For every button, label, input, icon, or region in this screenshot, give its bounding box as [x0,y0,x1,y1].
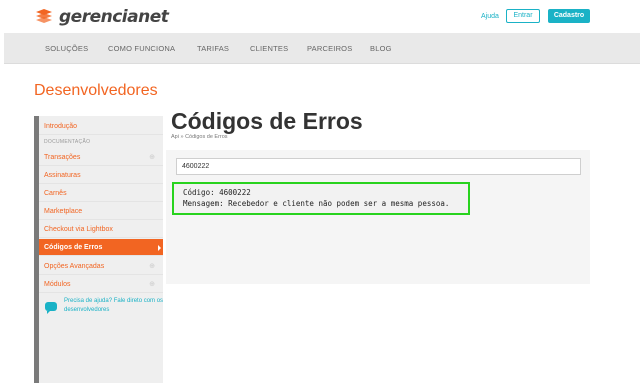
sidebar-item-carnes[interactable]: Carnês [39,185,163,202]
logo-text: gerencianet [59,7,169,27]
logo-icon [36,9,52,23]
sidebar-item-checkout-lightbox[interactable]: Checkout via Lightbox [39,221,163,238]
page-title: Códigos de Erros [171,108,363,134]
sidebar-item-label: Transações [44,154,81,161]
sidebar-item-label: Módulos [44,281,71,288]
nav-item-como-funciona[interactable]: COMO FUNCIONA [108,44,175,53]
sidebar-item-introducao[interactable]: Introdução [39,118,163,135]
nav-item-clientes[interactable]: CLIENTES [250,44,288,53]
error-message-line: Mensagem: Recebedor e cliente não podem … [183,199,450,208]
sidebar-item-label: Códigos de Erros [44,244,103,251]
sidebar-item-label: Opções Avançadas [44,263,105,270]
section-title: Desenvolvedores [34,82,158,99]
sidebar-item-assinaturas[interactable]: Assinaturas [39,167,163,184]
expand-icon[interactable]: ⊕ [149,276,155,293]
sidebar-item-opcoes-avancadas[interactable]: Opções Avançadas ⊕ [39,258,163,275]
help-link[interactable]: Ajuda [481,13,499,20]
main-nav: SOLUÇÕES COMO FUNCIONA TARIFAS CLIENTES … [4,33,640,64]
sidebar-section-label: DOCUMENTAÇÃO [44,139,91,145]
sidebar-item-modulos[interactable]: Módulos ⊕ [39,276,163,293]
nav-item-blog[interactable]: BLOG [370,44,392,53]
nav-item-parceiros[interactable]: PARCEIROS [307,44,352,53]
developer-help[interactable]: Precisa de ajuda? Fale direto com os des… [43,295,164,321]
nav-item-solucoes[interactable]: SOLUÇÕES [45,44,88,53]
sidebar-item-transacoes[interactable]: Transações ⊕ [39,149,163,166]
sidebar-item-marketplace[interactable]: Marketplace [39,203,163,220]
sidebar-item-label: Checkout via Lightbox [44,226,113,233]
active-arrow-icon [158,245,161,251]
signup-button[interactable]: Cadastro [548,9,590,23]
expand-icon[interactable]: ⊕ [149,258,155,275]
top-header: gerencianet Ajuda Entrar Cadastro [0,0,640,33]
login-button[interactable]: Entrar [506,9,540,23]
nav-item-tarifas[interactable]: TARIFAS [197,44,229,53]
error-code-line: Código: 4600222 [183,188,251,197]
chat-icon [45,302,57,314]
sidebar-item-label: Introdução [44,123,78,130]
sidebar-item-label: Carnês [44,190,67,197]
logo[interactable]: gerencianet [34,7,169,27]
sidebar-item-label: Assinaturas [44,172,81,179]
error-code-input[interactable] [176,158,581,175]
sidebar-item-codigos-de-erros[interactable]: Códigos de Erros [39,239,163,256]
error-result-box: Código: 4600222 Mensagem: Recebedor e cl… [172,182,470,215]
breadcrumb: Api » Códigos de Erros [171,134,228,140]
help-text: Precisa de ajuda? Fale direto com os des… [64,298,164,313]
sidebar: Introdução DOCUMENTAÇÃO Transações ⊕ Ass… [39,116,163,383]
sidebar-item-label: Marketplace [44,208,83,215]
expand-icon[interactable]: ⊕ [149,149,155,166]
